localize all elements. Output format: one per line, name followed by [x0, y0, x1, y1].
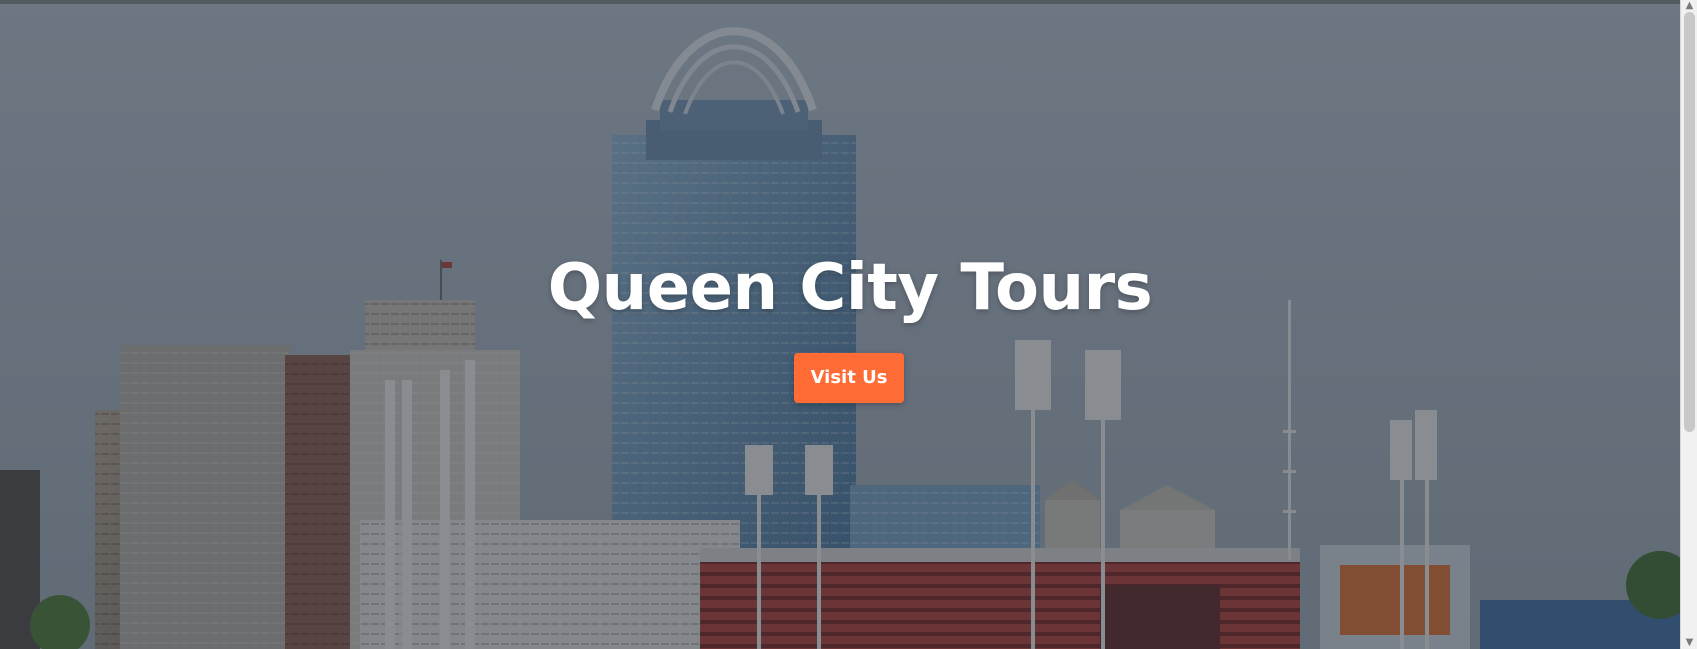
browser-viewport: Queen City Tours Visit Us ▲ ▼	[0, 0, 1697, 649]
hero-section: Queen City Tours Visit Us	[0, 0, 1680, 649]
hero-content: Queen City Tours Visit Us	[0, 0, 1680, 649]
hero-title: Queen City Tours	[547, 251, 1153, 325]
chevron-up-icon[interactable]: ▲	[1681, 0, 1697, 12]
vertical-scrollbar[interactable]: ▲ ▼	[1680, 0, 1697, 649]
visit-us-button[interactable]: Visit Us	[794, 353, 904, 403]
scrollbar-thumb[interactable]	[1684, 12, 1695, 432]
chevron-down-icon[interactable]: ▼	[1681, 637, 1697, 649]
